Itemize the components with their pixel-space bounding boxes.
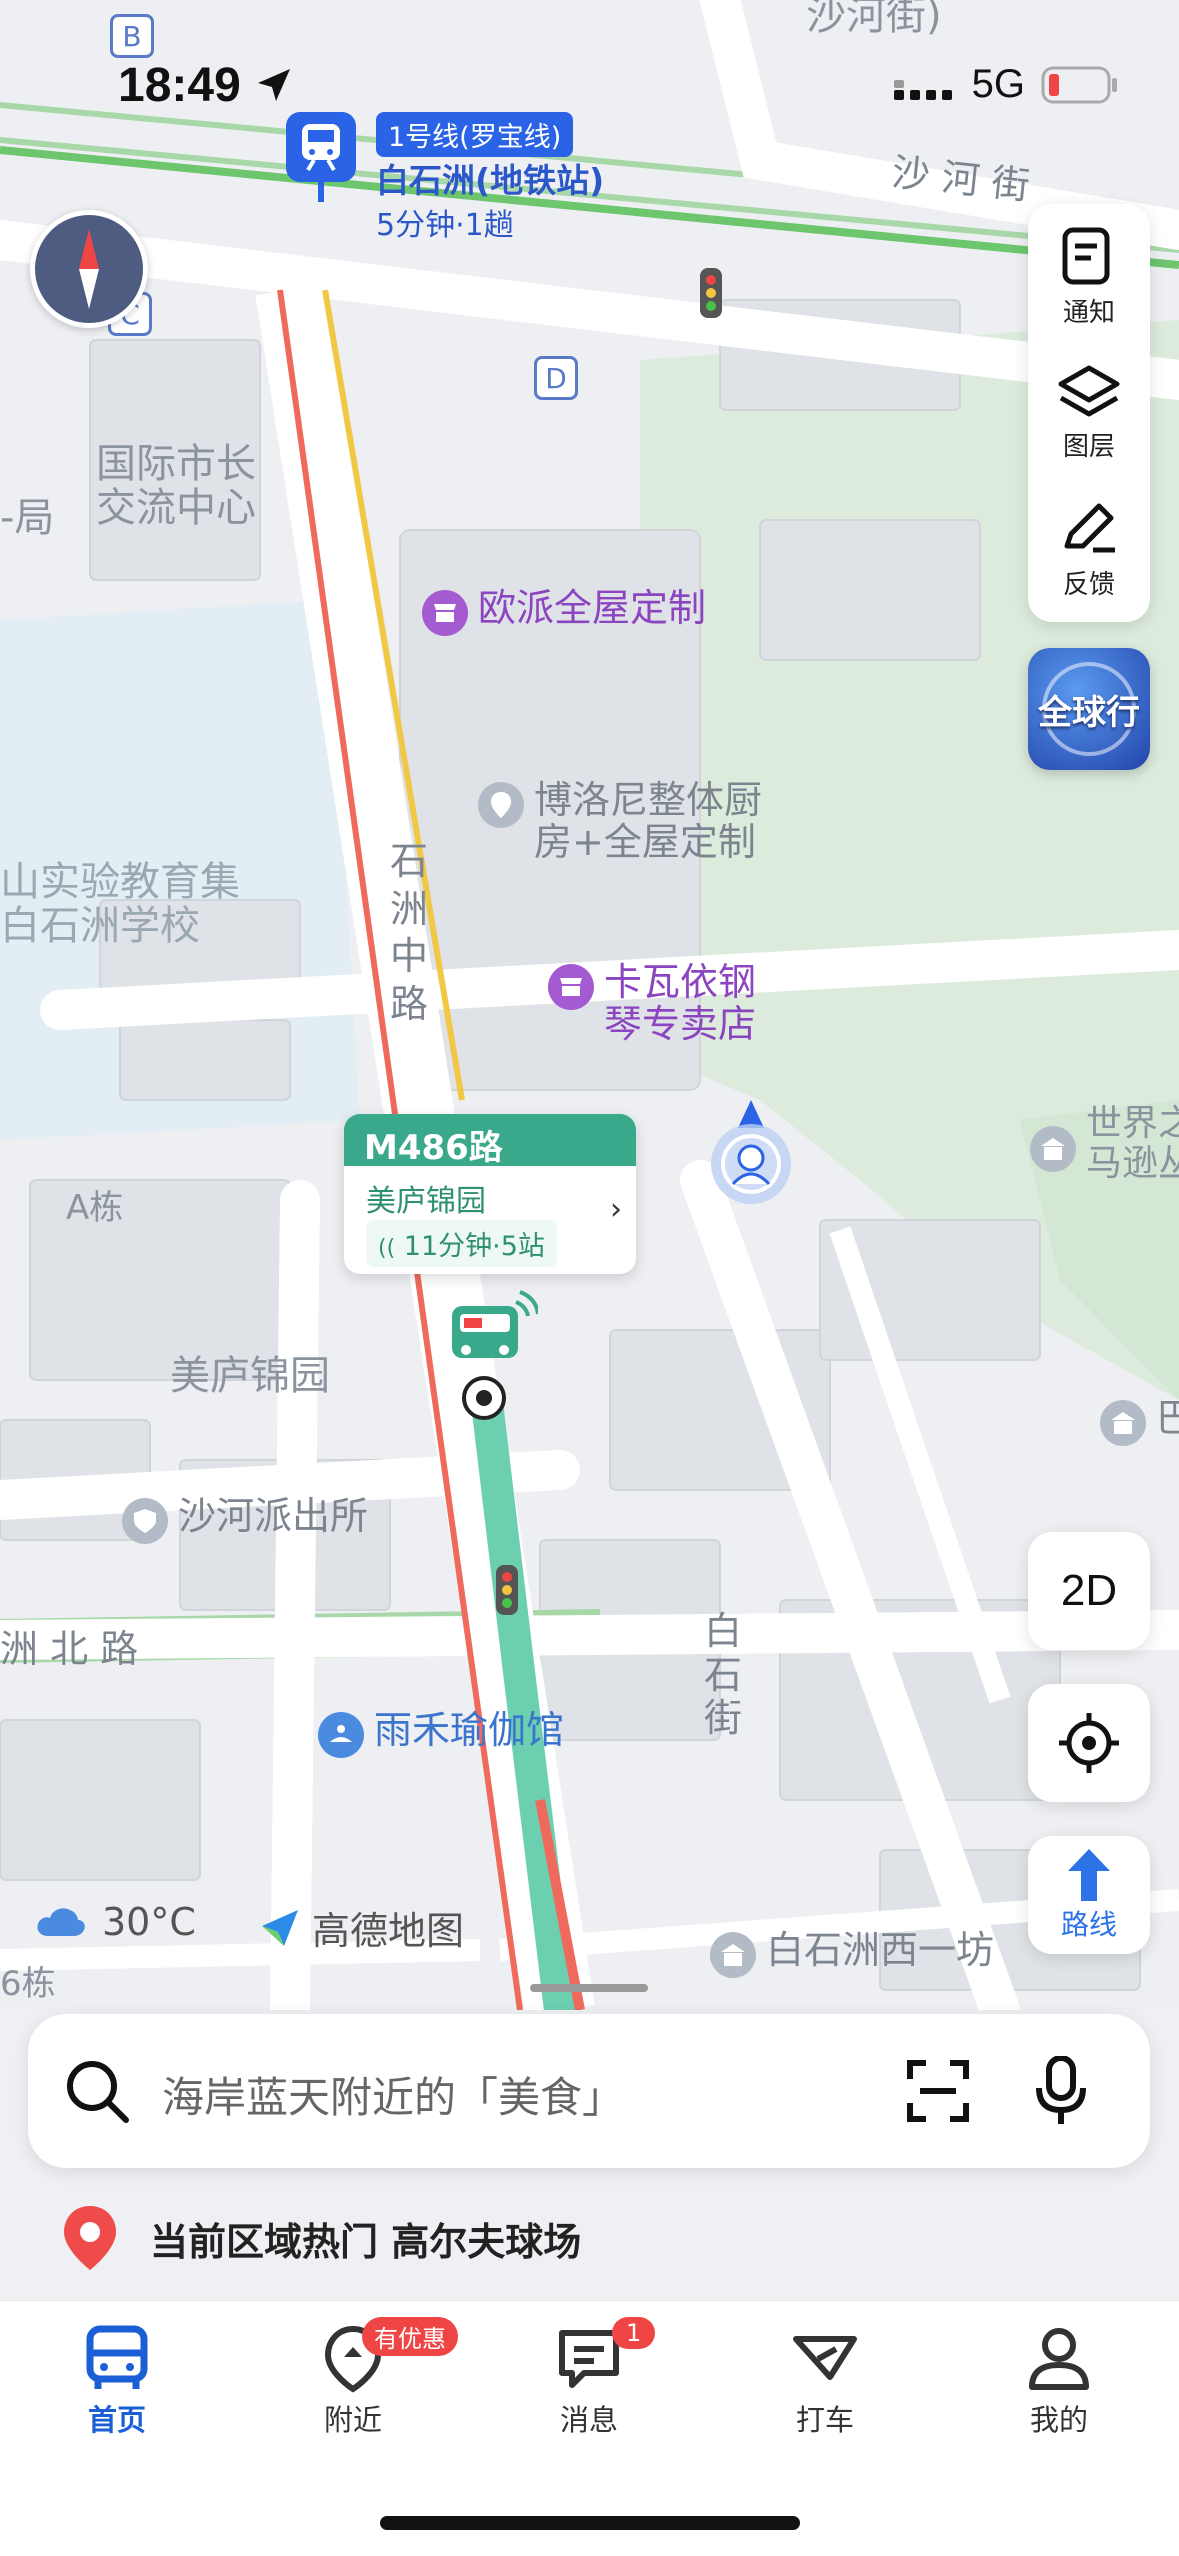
route-button[interactable]: 路线: [1028, 1836, 1150, 1954]
bus-vehicle-icon[interactable]: [448, 1290, 540, 1370]
poi-yoga[interactable]: 雨禾瑜伽馆: [318, 1709, 564, 1758]
amap-logo-icon: [262, 1909, 298, 1946]
label-six-building: 6栋: [0, 1964, 56, 2004]
notice-icon: [1062, 227, 1110, 284]
bus-stop-marker[interactable]: [462, 1376, 506, 1420]
metro-icon: [286, 112, 356, 182]
poi-boloni[interactable]: 博洛尼整体厨 房+全屋定制: [478, 779, 762, 864]
battery-icon: [1041, 66, 1117, 103]
shop-icon: [422, 590, 468, 636]
route-arrow-icon: [1068, 1849, 1110, 1901]
metro-station-name: 白石洲(地铁站): [376, 161, 605, 200]
locate-crosshair-icon: [1059, 1713, 1119, 1773]
poi-kawayi[interactable]: 卡瓦依钢 琴专卖店: [548, 961, 756, 1046]
label-ju: -局: [0, 495, 55, 541]
compass-button[interactable]: [30, 210, 148, 328]
label-zhou-north-road: 洲 北 路: [0, 1627, 139, 1671]
metro-line-badge: 1号线(罗宝线): [376, 112, 574, 157]
label-shizhou-road: 石 洲 中 路: [390, 839, 429, 1027]
cloud-icon: [37, 1908, 85, 1936]
building-icon: [710, 1932, 756, 1978]
sheet-drag-handle[interactable]: [530, 1984, 648, 1992]
bus-route-callout[interactable]: M486路 美庐锦园 (( 11分钟·5站 ›: [344, 1114, 636, 1274]
label-sha-he-jie-top: 沙河街): [806, 0, 942, 39]
edit-pen-icon: [1064, 503, 1115, 552]
label-world: 世界之 马逊丛: [1086, 1103, 1179, 1184]
home-indicator[interactable]: [380, 2516, 800, 2530]
exit-b-marker[interactable]: B: [110, 14, 154, 58]
tab-profile[interactable]: 我的: [984, 2323, 1134, 2439]
feedback-button[interactable]: 反馈: [1028, 484, 1150, 614]
weather-temp: 30°C: [102, 1900, 196, 1944]
search-placeholder: 海岸蓝天附近的「美食」: [162, 2073, 625, 2122]
red-location-pin-icon: [64, 2206, 116, 2270]
shop-icon: [548, 964, 594, 1010]
locate-button[interactable]: [1028, 1684, 1150, 1802]
taxi-flag-icon: [793, 2336, 857, 2380]
signal-bars-icon: [893, 79, 952, 100]
map-view[interactable]: B C D 沙河街) 沙 河 街 国际市长 交流中心 -局 山实验教育集 白石洲…: [0, 0, 1179, 2010]
location-arrow-icon: [258, 69, 291, 101]
bus-route-number: M486路: [344, 1114, 636, 1168]
status-time: 18:49: [118, 58, 294, 113]
user-icon: [1029, 2328, 1089, 2390]
label-school: 山实验教育集 白石洲学校: [0, 859, 240, 949]
metro-eta: 5分钟·1趟: [376, 208, 514, 243]
location-pin-icon: [478, 782, 524, 828]
search-icon: [67, 2061, 129, 2123]
exit-d-marker[interactable]: D: [534, 356, 578, 400]
network-type: 5G: [971, 62, 1025, 106]
metro-pin-stem: [318, 182, 324, 202]
label-meilu-area: 美庐锦园: [170, 1353, 330, 1399]
microphone-icon[interactable]: [1034, 2056, 1088, 2126]
global-travel-button[interactable]: 全球行: [1028, 648, 1150, 770]
brand-logo: 高德地图: [258, 1900, 464, 1955]
poi-world[interactable]: [1030, 1124, 1076, 1172]
layers-icon: [1058, 365, 1120, 416]
search-bar[interactable]: 海岸蓝天附近的「美食」: [28, 2014, 1150, 2168]
tab-taxi[interactable]: 打车: [750, 2323, 900, 2439]
weather-widget[interactable]: 30°C: [36, 1900, 196, 1944]
mode-2d-button[interactable]: 2D: [1028, 1532, 1150, 1650]
status-indicators: 5G: [893, 62, 1119, 107]
layers-button[interactable]: 图层: [1028, 348, 1150, 478]
user-location-marker[interactable]: [706, 1098, 796, 1208]
poi-oupai[interactable]: 欧派全屋定制: [422, 587, 706, 636]
scan-icon[interactable]: [906, 2059, 970, 2123]
building-icon: [1030, 1126, 1076, 1172]
nearby-badge: 有优惠: [362, 2317, 458, 2356]
messages-badge: 1: [612, 2317, 656, 2349]
map-tools-panel: 通知 图层 反馈: [1028, 204, 1150, 622]
hot-area-suggestion[interactable]: 当前区域热门 高尔夫球场: [60, 2204, 581, 2272]
poi-baishi-west[interactable]: 白石洲西一坊: [710, 1929, 994, 1978]
label-intl-mayor: 国际市长 交流中心: [96, 441, 256, 531]
yoga-icon: [318, 1712, 364, 1758]
signal-icon: ((: [378, 1236, 396, 1261]
building-icon: [1100, 1400, 1146, 1446]
bus-eta: (( 11分钟·5站: [366, 1220, 557, 1267]
tab-home[interactable]: 首页: [42, 2323, 192, 2439]
bus-icon: [86, 2325, 148, 2389]
shield-icon: [122, 1498, 168, 1544]
label-a-building: A栋: [66, 1188, 124, 1228]
chevron-right-icon: ›: [610, 1192, 622, 1227]
poi-ba[interactable]: 巴: [1100, 1397, 1179, 1446]
poi-police[interactable]: 沙河派出所: [122, 1495, 368, 1544]
notice-button[interactable]: 通知: [1028, 212, 1150, 342]
compass-icon: [79, 229, 99, 309]
bus-stop-name: 美庐锦园: [366, 1184, 486, 1219]
label-baishi-street: 白 石 街: [704, 1609, 743, 1741]
